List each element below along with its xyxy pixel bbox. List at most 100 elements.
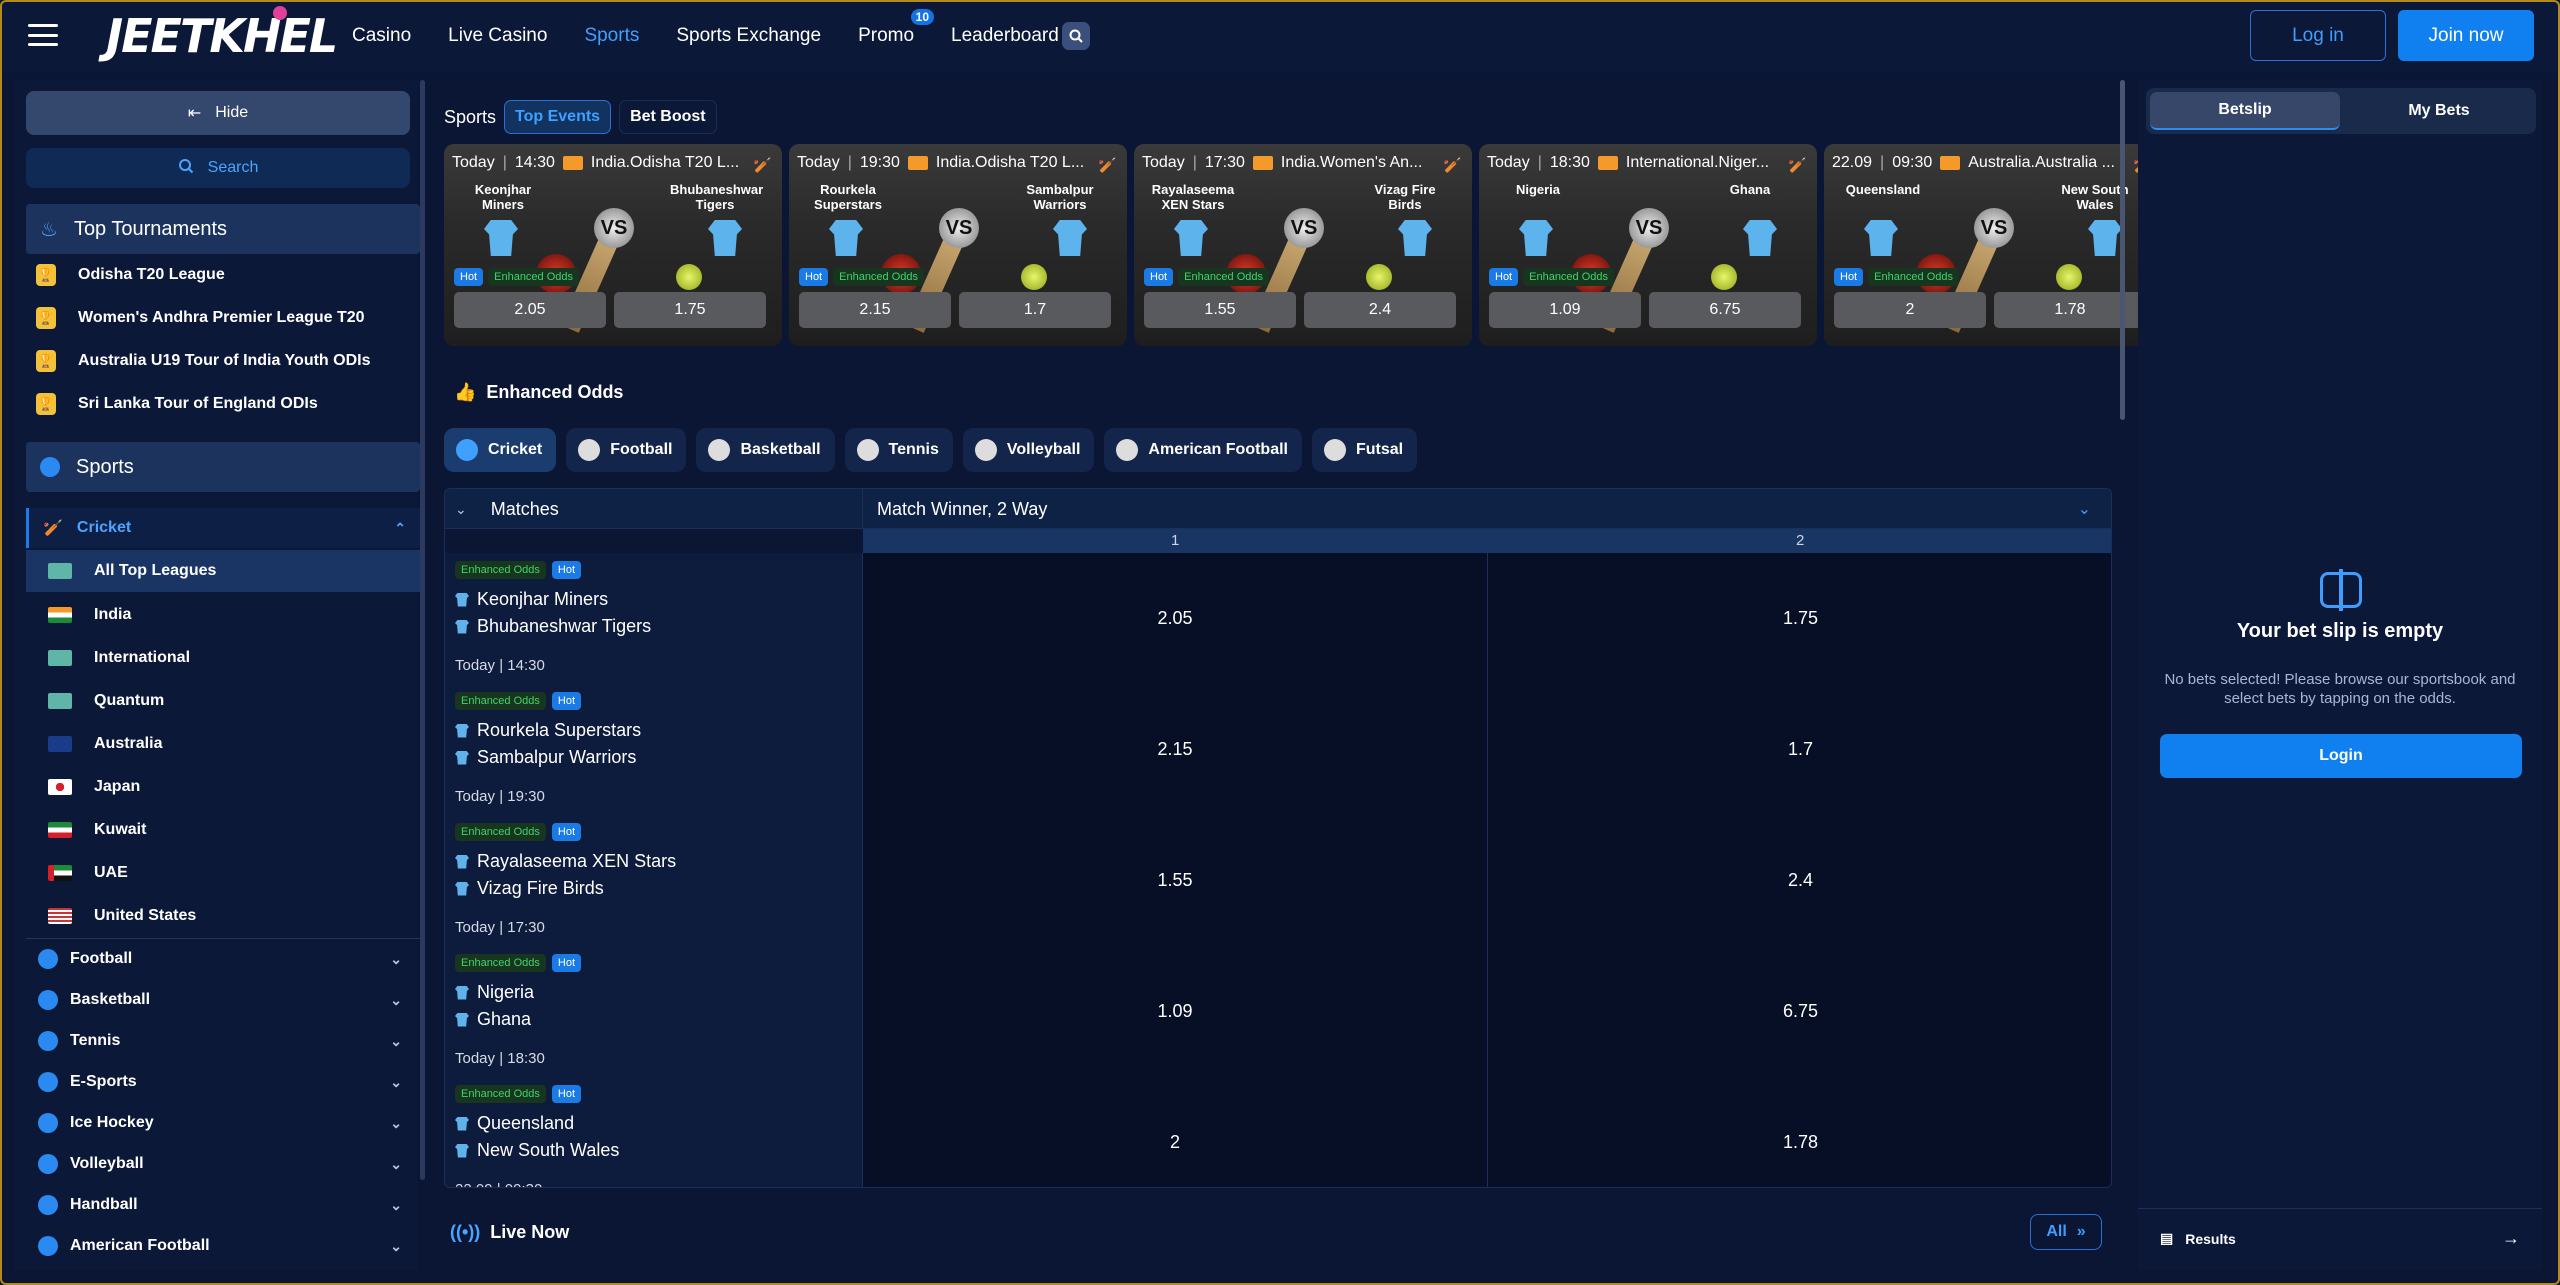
tournament-item[interactable]: 🏆 Sri Lanka Tour of England ODIs bbox=[36, 393, 318, 415]
betslip-panel: Betslip My Bets Your bet slip is empty N… bbox=[2138, 80, 2542, 1270]
search-icon[interactable] bbox=[1062, 22, 1090, 50]
tab-cricket[interactable]: Cricket bbox=[444, 428, 557, 472]
sidebar-item-football[interactable]: Football ⌄ bbox=[38, 949, 420, 969]
sidebar-item-esports[interactable]: E-Sports ⌄ bbox=[38, 1072, 420, 1092]
event-card[interactable]: Today | 14:30 India.Odisha T20 L... 🏏 Keonjha… bbox=[444, 144, 782, 346]
match-info[interactable]: Enhanced Odds Hot Keonjhar Miners Bhubanesh… bbox=[445, 553, 863, 684]
nav-sports[interactable]: Sports bbox=[584, 25, 639, 47]
sidebar-item-cricket[interactable]: 🏏 Cricket ⌃ bbox=[26, 508, 420, 548]
home-jersey-icon bbox=[1519, 220, 1553, 256]
odds-cell-1[interactable]: 2 bbox=[863, 1077, 1488, 1187]
odds-cell-2[interactable]: 2.4 bbox=[1488, 815, 2111, 946]
tournament-item[interactable]: 🏆 Women's Andhra Premier League T20 bbox=[36, 307, 365, 329]
odds-cell-2[interactable]: 6.75 bbox=[1488, 946, 2111, 1077]
odds-button-home[interactable]: 1.09 bbox=[1489, 292, 1641, 328]
matches-column-header[interactable]: ⌄ Matches bbox=[445, 489, 863, 529]
odds-button-away[interactable]: 1.75 bbox=[614, 292, 766, 328]
country-quantum[interactable]: Quantum bbox=[48, 692, 164, 710]
match-info[interactable]: Enhanced Odds Hot Nigeria Ghana Today | 18:3… bbox=[445, 946, 863, 1077]
tournament-item[interactable]: 🏆 Odisha T20 League bbox=[36, 264, 225, 286]
event-tags: Hot Enhanced Odds bbox=[1489, 268, 1615, 286]
login-button[interactable]: Log in bbox=[2250, 10, 2386, 61]
tab-futsal[interactable]: Futsal bbox=[1311, 428, 1418, 472]
home-jersey-icon bbox=[1174, 220, 1208, 256]
country-kuwait[interactable]: Kuwait bbox=[48, 821, 146, 839]
hot-badge: Hot bbox=[551, 692, 582, 710]
thumbs-up-icon: 👍 bbox=[454, 382, 477, 402]
odds-button-home[interactable]: 1.55 bbox=[1144, 292, 1296, 328]
country-uae[interactable]: UAE bbox=[48, 864, 128, 882]
odds-button-away[interactable]: 2.4 bbox=[1304, 292, 1456, 328]
logo[interactable]: JEETKHEL bbox=[106, 10, 338, 62]
sidebar-item-tennis[interactable]: Tennis ⌄ bbox=[38, 1031, 420, 1051]
tab-label: American Football bbox=[1148, 441, 1288, 458]
american-football-icon bbox=[38, 1236, 58, 1256]
event-card[interactable]: 22.09|09:30Australia.Australia ...🏏Queen… bbox=[1824, 144, 2162, 346]
all-label: All bbox=[2046, 1223, 2067, 1240]
odds-cell-1[interactable]: 2.05 bbox=[863, 553, 1488, 684]
country-india[interactable]: India bbox=[48, 606, 131, 624]
sidebar-item-basketball[interactable]: Basketball ⌄ bbox=[38, 990, 420, 1010]
sidebar-item-american-football[interactable]: American Football ⌄ bbox=[38, 1236, 420, 1256]
odds-cell-1[interactable]: 2.15 bbox=[863, 684, 1488, 815]
live-all-button[interactable]: All » bbox=[2030, 1214, 2102, 1250]
breadcrumb-sports[interactable]: Sports bbox=[444, 107, 496, 128]
odds-cell-1[interactable]: 1.55 bbox=[863, 815, 1488, 946]
tab-american-football[interactable]: American Football bbox=[1104, 428, 1302, 472]
nav-casino[interactable]: Casino bbox=[352, 25, 411, 47]
odds-cell-2[interactable]: 1.78 bbox=[1488, 1077, 2111, 1187]
sidebar-search-button[interactable]: Search bbox=[26, 148, 410, 188]
nav-sports-exchange[interactable]: Sports Exchange bbox=[676, 25, 821, 47]
menu-icon[interactable] bbox=[28, 24, 58, 46]
country-international[interactable]: International bbox=[48, 649, 190, 667]
away-jersey-icon bbox=[708, 220, 742, 256]
odds-cell-1[interactable]: 1.09 bbox=[863, 946, 1488, 1077]
nav-promo[interactable]: Promo 10 bbox=[858, 9, 935, 47]
sidebar-scrollbar[interactable] bbox=[420, 80, 425, 1180]
sidebar-item-handball[interactable]: Handball ⌄ bbox=[38, 1195, 420, 1215]
tab-top-events[interactable]: Top Events bbox=[504, 100, 612, 134]
tournament-item[interactable]: 🏆 Australia U19 Tour of India Youth ODIs bbox=[36, 350, 370, 372]
sidebar-item-ice-hockey[interactable]: Ice Hockey ⌄ bbox=[38, 1113, 420, 1133]
join-button[interactable]: Join now bbox=[2398, 10, 2534, 61]
tab-bet-boost[interactable]: Bet Boost bbox=[619, 100, 717, 134]
sidebar-item-volleyball[interactable]: Volleyball ⌄ bbox=[38, 1154, 420, 1174]
cricket-icon: 🏏 bbox=[1788, 157, 1807, 174]
main-content: Sports Top Events Bet Boost Today | 14:30 I… bbox=[436, 80, 2162, 1270]
sidebar-item-all-top-leagues[interactable]: All Top Leagues bbox=[26, 550, 420, 592]
country-australia[interactable]: Australia bbox=[48, 735, 162, 753]
odds-button-away[interactable]: 6.75 bbox=[1649, 292, 1801, 328]
match-info[interactable]: Enhanced Odds Hot Rayalaseema XEN Stars Viz… bbox=[445, 815, 863, 946]
away-jersey-icon bbox=[1398, 220, 1432, 256]
odds-button-home[interactable]: 2.15 bbox=[799, 292, 951, 328]
tab-volleyball[interactable]: Volleyball bbox=[962, 428, 1095, 472]
odds-cell-2[interactable]: 1.75 bbox=[1488, 553, 2111, 684]
results-link[interactable]: ▤ Results → bbox=[2138, 1208, 2542, 1268]
match-info[interactable]: Enhanced Odds Hot Queensland New South Wale… bbox=[445, 1077, 863, 1187]
country-japan[interactable]: Japan bbox=[48, 778, 140, 796]
event-card[interactable]: Today | 18:30 International.Niger... 🏏 Nigeri… bbox=[1479, 144, 1817, 346]
odds-cell-2[interactable]: 1.7 bbox=[1488, 684, 2111, 815]
tab-football[interactable]: Football bbox=[566, 428, 687, 472]
nav-leaderboard[interactable]: Leaderboard bbox=[951, 25, 1059, 47]
event-card[interactable]: Today | 19:30 India.Odisha T20 L... 🏏 Rourkel… bbox=[789, 144, 1127, 346]
tab-my-bets[interactable]: My Bets bbox=[2344, 92, 2534, 130]
odds-button-away[interactable]: 1.7 bbox=[959, 292, 1111, 328]
hot-badge: Hot bbox=[551, 954, 582, 972]
hide-sidebar-button[interactable]: ⇤ Hide bbox=[26, 91, 410, 135]
odds-button-home[interactable]: 2.05 bbox=[454, 292, 606, 328]
tab-betslip[interactable]: Betslip bbox=[2150, 92, 2340, 130]
betslip-login-button[interactable]: Login bbox=[2160, 734, 2522, 778]
event-card[interactable]: Today | 17:30 India.Women's An... 🏏 Rayalasee… bbox=[1134, 144, 1472, 346]
tab-tennis[interactable]: Tennis bbox=[844, 428, 953, 472]
nav-live-casino[interactable]: Live Casino bbox=[448, 25, 547, 47]
tab-basketball[interactable]: Basketball bbox=[696, 428, 835, 472]
results-icon: ▤ bbox=[2160, 1230, 2174, 1246]
american-football-icon bbox=[1116, 439, 1139, 461]
main-scrollbar[interactable] bbox=[2120, 80, 2125, 420]
match-info[interactable]: Enhanced Odds Hot Rourkela Superstars Samba… bbox=[445, 684, 863, 815]
odds-button-home[interactable]: 2 bbox=[1834, 292, 1986, 328]
market-select[interactable]: Match Winner, 2 Way ⌄ bbox=[863, 489, 2111, 529]
country-united-states[interactable]: United States bbox=[48, 907, 196, 925]
hockey-icon bbox=[38, 1113, 58, 1133]
